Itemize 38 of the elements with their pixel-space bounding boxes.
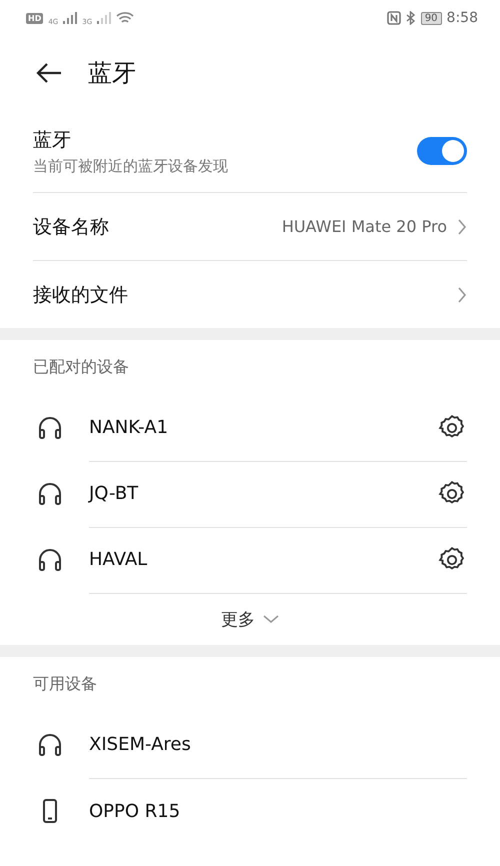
- signal-icon: [63, 12, 78, 24]
- device-name: XISEM-Ares: [89, 734, 191, 755]
- hd-badge: HD: [26, 12, 44, 24]
- battery-indicator: 90: [420, 12, 442, 24]
- wifi-icon: [116, 11, 134, 25]
- bluetooth-toggle[interactable]: [417, 137, 467, 165]
- device-name: NANK-A1: [89, 417, 168, 438]
- headphones-icon: [37, 415, 63, 441]
- section-title: 已配对的设备: [33, 357, 129, 378]
- device-item[interactable]: XISEM-Ares: [0, 712, 500, 778]
- device-name: JQ-BT: [89, 483, 138, 504]
- device-item[interactable]: NANK-A1: [0, 395, 500, 461]
- more-button[interactable]: 更多: [0, 593, 500, 645]
- device-item[interactable]: JQ-BT: [0, 461, 500, 527]
- device-name: HAVAL: [89, 549, 148, 570]
- settings-item[interactable]: 设备名称 HUAWEI Mate 20 Pro: [33, 193, 467, 261]
- nfc-icon: [386, 11, 401, 25]
- device-name: OPPO R15: [89, 800, 180, 822]
- page-title: 蓝牙: [88, 58, 136, 89]
- headphones-icon: [37, 547, 63, 573]
- settings-item[interactable]: 接收的文件: [33, 261, 467, 328]
- back-arrow-icon[interactable]: [36, 62, 62, 84]
- chevron-right-icon: [457, 218, 467, 234]
- status-time: 8:58: [446, 10, 478, 26]
- bluetooth-icon: [406, 11, 416, 25]
- bluetooth-label: 蓝牙: [33, 128, 72, 152]
- chevron-down-icon: [263, 614, 279, 624]
- device-item[interactable]: OPPO R15: [0, 778, 500, 844]
- setting-label: 接收的文件: [33, 282, 128, 308]
- setting-value: HUAWEI Mate 20 Pro: [282, 217, 447, 236]
- section-title: 可用设备: [33, 674, 97, 695]
- headphones-icon: [37, 481, 63, 507]
- setting-label: 设备名称: [33, 214, 109, 240]
- chevron-right-icon: [457, 286, 467, 302]
- bluetooth-description: 当前可被附近的蓝牙设备发现: [33, 156, 228, 176]
- device-item[interactable]: HAVAL: [0, 527, 500, 593]
- headphones-icon: [37, 732, 63, 758]
- signal-icon: [97, 12, 112, 24]
